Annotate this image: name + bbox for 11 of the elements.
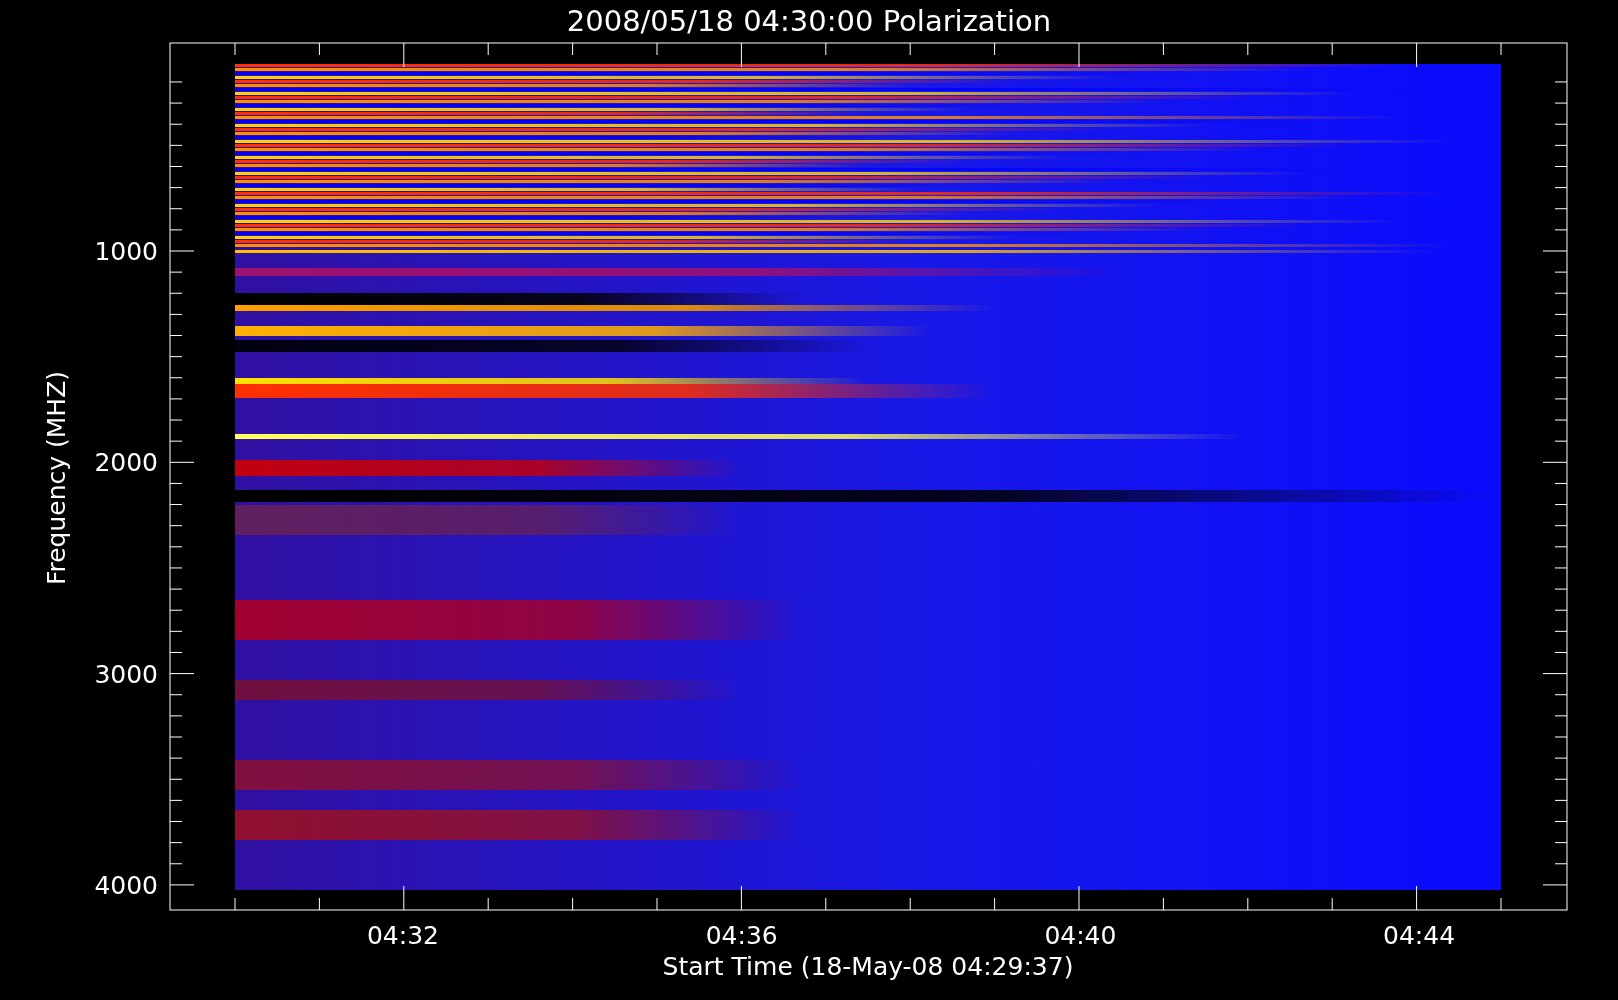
x-tick-label: 04:40 bbox=[1044, 921, 1117, 950]
x-axis-title: Start Time (18-May-08 04:29:37) bbox=[662, 952, 1074, 981]
y-axis-title: Frequency (MHZ) bbox=[42, 370, 71, 586]
chart-title: 2008/05/18 04:30:00 Polarization bbox=[566, 4, 1052, 38]
y-tick-label: 3000 bbox=[94, 659, 158, 689]
y-tick-label: 2000 bbox=[94, 448, 158, 478]
y-tick-label: 4000 bbox=[94, 870, 158, 900]
x-tick-label: 04:44 bbox=[1383, 921, 1456, 950]
x-tick-label: 04:36 bbox=[705, 921, 778, 950]
y-tick-label: 1000 bbox=[94, 237, 158, 266]
x-tick-label: 04:32 bbox=[367, 921, 439, 950]
